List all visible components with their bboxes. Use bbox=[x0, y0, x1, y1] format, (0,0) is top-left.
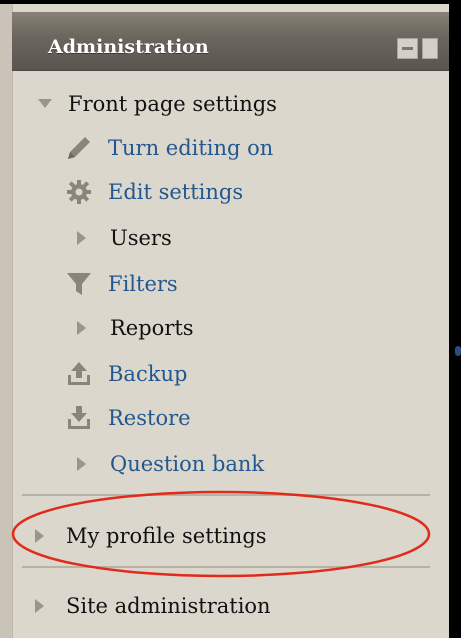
tree-separator bbox=[22, 566, 430, 568]
tree-item-my-profile-settings[interactable]: My profile settings bbox=[32, 518, 267, 554]
administration-block: Administration Front page settings Turn … bbox=[0, 0, 461, 638]
upload-icon bbox=[64, 359, 94, 389]
funnel-icon bbox=[64, 269, 94, 299]
tree-item-edit-settings[interactable]: Edit settings bbox=[64, 174, 243, 210]
tree-item-label: Question bank bbox=[110, 452, 265, 476]
tree-item-label: Site administration bbox=[66, 594, 271, 618]
top-edge bbox=[0, 0, 461, 4]
download-icon bbox=[64, 403, 94, 433]
block-header: Administration bbox=[12, 12, 449, 71]
collapse-icon[interactable] bbox=[422, 38, 438, 59]
tree-separator bbox=[22, 494, 430, 496]
tree-item-turn-editing-on[interactable]: Turn editing on bbox=[64, 130, 273, 166]
gear-icon bbox=[64, 177, 94, 207]
triangle-right-icon bbox=[72, 449, 92, 479]
tree-item-front-page-settings[interactable]: Front page settings bbox=[34, 86, 277, 122]
tree-item-label: My profile settings bbox=[66, 524, 267, 548]
tree-item-label: Turn editing on bbox=[108, 136, 274, 160]
right-edge bbox=[449, 0, 461, 638]
block-title: Administration bbox=[48, 36, 209, 58]
tree-item-reports[interactable]: Reports bbox=[72, 310, 194, 346]
triangle-right-icon bbox=[72, 313, 92, 343]
tree-item-label: Users bbox=[110, 226, 172, 250]
tree-item-filters[interactable]: Filters bbox=[64, 266, 178, 302]
tree-item-users[interactable]: Users bbox=[72, 220, 172, 256]
tree-item-restore[interactable]: Restore bbox=[64, 400, 191, 436]
tree-item-backup[interactable]: Backup bbox=[64, 356, 187, 392]
tree-item-site-administration[interactable]: Site administration bbox=[32, 588, 271, 624]
tree-item-label: Front page settings bbox=[68, 92, 277, 116]
dock-icon[interactable] bbox=[397, 38, 418, 59]
triangle-right-icon bbox=[32, 521, 48, 551]
left-border bbox=[0, 0, 13, 638]
tree-item-label: Filters bbox=[108, 272, 178, 296]
tree-item-label: Edit settings bbox=[108, 180, 244, 204]
triangle-down-icon bbox=[34, 89, 56, 119]
tree-item-label: Restore bbox=[108, 406, 191, 430]
triangle-right-icon bbox=[32, 591, 48, 621]
tree-item-label: Reports bbox=[110, 316, 194, 340]
tree-item-label: Backup bbox=[108, 362, 188, 386]
tree-item-question-bank[interactable]: Question bank bbox=[72, 446, 264, 482]
edge-artifact bbox=[455, 346, 461, 356]
pencil-icon bbox=[64, 133, 94, 163]
triangle-right-icon bbox=[72, 223, 92, 253]
